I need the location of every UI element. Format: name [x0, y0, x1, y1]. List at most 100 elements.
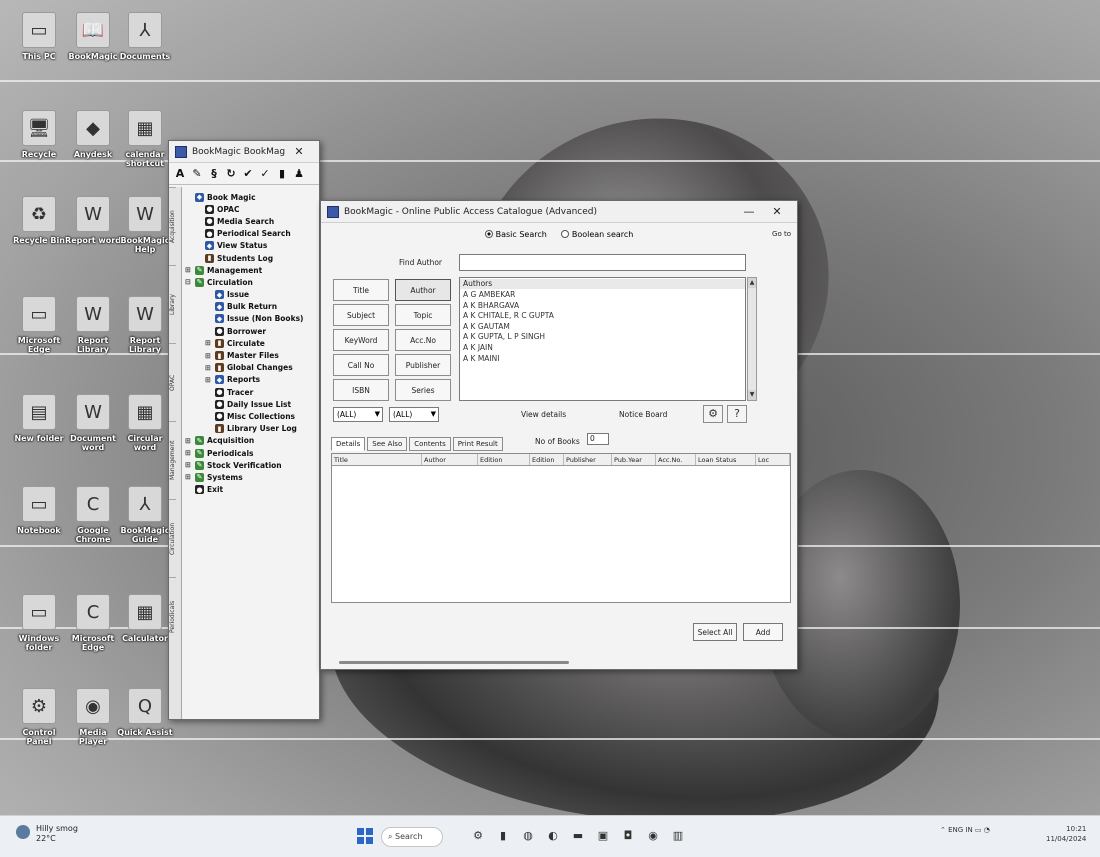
tree-item[interactable]: ⊞ ✎ Stock Verification	[185, 459, 317, 471]
clock[interactable]: 10:21 11/04/2024	[1046, 824, 1086, 844]
tree-item[interactable]: ⊞ ✎ Acquisition	[185, 435, 317, 447]
author-list-item[interactable]: A G AMBEKAR	[463, 290, 742, 301]
taskbar-search[interactable]: ⌕ Search	[381, 827, 443, 847]
tree-item[interactable]: ⊞ ✎ Management	[185, 264, 317, 276]
field-button[interactable]: Acc.No	[395, 329, 451, 351]
grid-column-header[interactable]: Pub.Year	[612, 454, 656, 465]
find-input[interactable]	[459, 254, 746, 271]
expand-icon[interactable]: ⊞	[185, 266, 193, 274]
tree-item[interactable]: ⊞ ✎ Periodicals	[185, 447, 317, 459]
author-list-item[interactable]: A K CHITALE, R C GUPTA	[463, 311, 742, 322]
expand-icon[interactable]: ⊞	[185, 449, 193, 457]
side-tab[interactable]: OPAC	[169, 343, 176, 421]
scroll-up-icon[interactable]: ▲	[748, 278, 756, 288]
tree-item[interactable]: ● Periodical Search	[185, 228, 317, 240]
start-button[interactable]	[357, 828, 373, 844]
tree-item[interactable]: ◆ Issue (Non Books)	[185, 313, 317, 325]
toolbar-icon[interactable]: ✔	[241, 167, 255, 180]
desktop-icon[interactable]: W Document word	[64, 394, 122, 452]
goto-link[interactable]: Go to	[772, 230, 791, 238]
desktop-icon[interactable]: ◆ Anydesk	[64, 110, 122, 159]
desktop-icon[interactable]: ⅄ Documents	[116, 12, 174, 61]
desktop-icon[interactable]: ▦ Circular word	[116, 394, 174, 452]
tree-item[interactable]: ● Misc Collections	[185, 410, 317, 422]
desktop-icon[interactable]: ⚙ Control Panel	[10, 688, 68, 746]
results-grid[interactable]: Title Author Edition Edition Publisher Pub.Ye…	[331, 453, 791, 603]
app-icon-mail[interactable]: ◘	[620, 828, 636, 844]
desktop-icon[interactable]: ▦ calendar shortcut	[116, 110, 174, 168]
add-button[interactable]: Add	[743, 623, 783, 641]
tree-item[interactable]: ▮ Students Log	[185, 252, 317, 264]
author-list[interactable]: Authors A G AMBEKAR A K BHARGAVA A K CHITA…	[459, 277, 746, 401]
notice-board-link[interactable]: Notice Board	[619, 410, 667, 419]
grid-column-header[interactable]: Edition	[530, 454, 564, 465]
tree-item[interactable]: ◆ View Status	[185, 240, 317, 252]
desktop-icon[interactable]: 🖥 Recycle	[10, 110, 68, 159]
minimize-icon[interactable]: —	[735, 205, 763, 218]
field-button[interactable]: KeyWord	[333, 329, 389, 351]
tree-item[interactable]: ⊟ ✎ Circulation	[185, 276, 317, 288]
toolbar-icon[interactable]: ✎	[190, 167, 204, 180]
desktop-icon[interactable]: ▭ Windows folder	[10, 594, 68, 652]
author-list-item[interactable]: A K MAINI	[463, 354, 742, 365]
toolbar-icon[interactable]: ▮	[275, 167, 289, 180]
tree-item[interactable]: ◆ Issue	[185, 289, 317, 301]
desktop-icon[interactable]: C Microsoft Edge	[64, 594, 122, 652]
tree-item[interactable]: ⊞ ▮ Global Changes	[185, 362, 317, 374]
field-button[interactable]: Publisher	[395, 354, 451, 376]
tree-item[interactable]: ● Daily Issue List	[185, 398, 317, 410]
app-icon-files[interactable]: ▮	[495, 828, 511, 844]
field-button[interactable]: Call No	[333, 354, 389, 376]
author-list-item[interactable]: A K JAIN	[463, 343, 742, 354]
side-tab[interactable]: Management	[169, 421, 176, 499]
tree-item[interactable]: ◆ Book Magic	[185, 191, 317, 203]
desktop-icon[interactable]: ▭ Microsoft Edge	[10, 296, 68, 354]
tree-item[interactable]: ⊞ ✎ Systems	[185, 471, 317, 483]
grid-column-header[interactable]: Loc	[756, 454, 790, 465]
weather-widget[interactable]: Hilly smog 22°C	[16, 824, 78, 844]
field-button[interactable]: Title	[333, 279, 389, 301]
tree-item[interactable]: ▮ Library User Log	[185, 423, 317, 435]
field-button[interactable]: Subject	[333, 304, 389, 326]
side-tab[interactable]: Periodicals	[169, 577, 176, 655]
filter-select-1[interactable]: (ALL) ▼	[333, 407, 383, 422]
app-icon-bookmagic[interactable]: ▥	[670, 828, 686, 844]
desktop-icon[interactable]: W Report word	[64, 196, 122, 245]
tree-item[interactable]: ◆ Bulk Return	[185, 301, 317, 313]
expand-icon[interactable]: ⊟	[185, 278, 193, 286]
author-list-item[interactable]: A K GUPTA, L P SINGH	[463, 332, 742, 343]
result-tab[interactable]: Contents	[409, 437, 451, 451]
result-tab[interactable]: Details	[331, 437, 366, 451]
side-tab[interactable]: Library	[169, 265, 176, 343]
tree-item[interactable]: ⊞ ▮ Master Files	[185, 349, 317, 361]
toolbar-icon[interactable]: ♟	[292, 167, 306, 180]
grid-column-header[interactable]: Title	[332, 454, 422, 465]
tree-item[interactable]: ● OPAC	[185, 203, 317, 215]
horizontal-scrollbar[interactable]	[339, 661, 569, 664]
field-button[interactable]: ISBN	[333, 379, 389, 401]
toolbar-icon[interactable]: §	[207, 167, 221, 180]
desktop-icon[interactable]: W Report Library	[116, 296, 174, 354]
tree-item[interactable]: ● Borrower	[185, 325, 317, 337]
desktop-icon[interactable]: ▭ This PC	[10, 12, 68, 61]
side-tab[interactable]: Circulation	[169, 499, 176, 577]
desktop-icon[interactable]: ♻ Recycle Bin	[10, 196, 68, 245]
toolbar-icon[interactable]: ✓	[258, 167, 272, 180]
app-icon-explorer[interactable]: ▬	[570, 828, 586, 844]
desktop-icon[interactable]: W BookMagic Help	[116, 196, 174, 254]
grid-column-header[interactable]: Edition	[478, 454, 530, 465]
author-list-item[interactable]: A K BHARGAVA	[463, 301, 742, 312]
result-tab[interactable]: See Also	[367, 437, 408, 451]
help-icon[interactable]: ?	[727, 405, 747, 423]
system-tray[interactable]: ⌃ ENG IN ▭ ◔	[940, 826, 990, 834]
grid-column-header[interactable]: Publisher	[564, 454, 612, 465]
desktop-icon[interactable]: ▦ Calculator	[116, 594, 174, 643]
desktop-icon[interactable]: ◉ Media Player	[64, 688, 122, 746]
view-details-link[interactable]: View details	[521, 410, 566, 419]
grid-column-header[interactable]: Author	[422, 454, 478, 465]
app-icon-settings[interactable]: ⚙	[470, 828, 486, 844]
close-icon[interactable]: ✕	[285, 145, 313, 158]
app-icon-edge[interactable]: ◐	[545, 828, 561, 844]
result-tab[interactable]: Print Result	[452, 437, 503, 451]
toolbar-icon[interactable]: ↻	[224, 167, 238, 180]
